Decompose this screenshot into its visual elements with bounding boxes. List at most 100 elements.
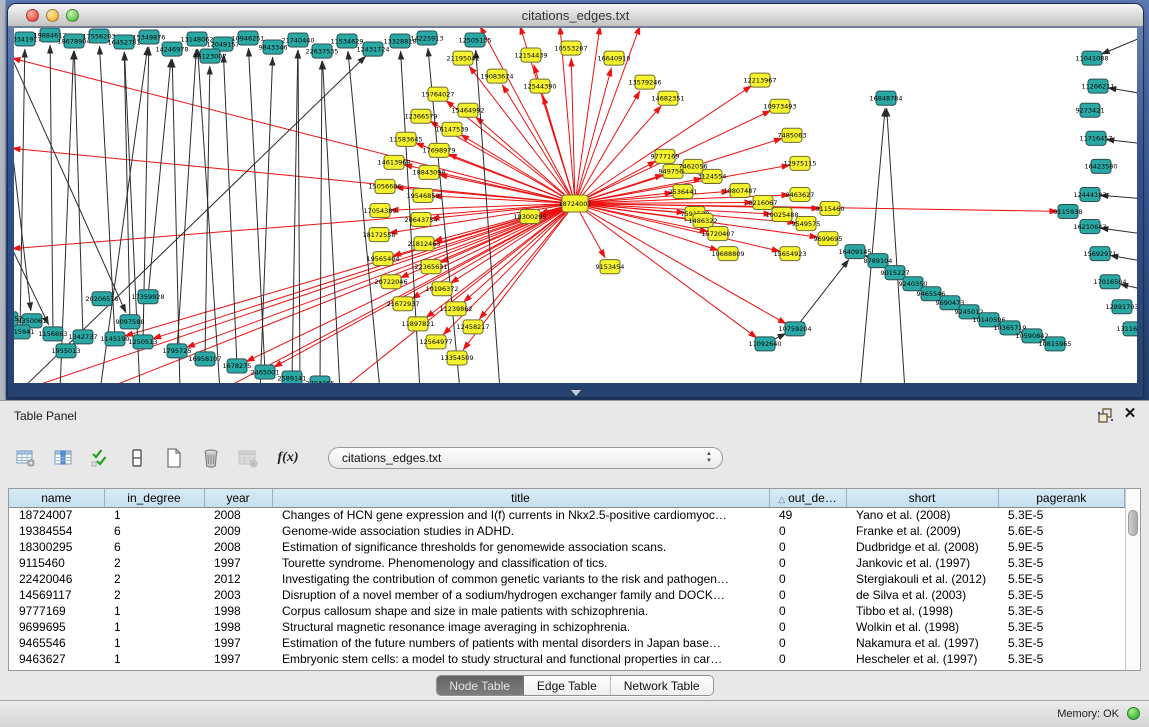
table-row[interactable]: 946362711997Embryonic stem cells: a mode… <box>9 651 1125 667</box>
graph-edge[interactable] <box>1101 38 1137 54</box>
cell-in_degree[interactable]: 2 <box>104 587 204 603</box>
graph-edge[interactable] <box>795 260 849 329</box>
window-titlebar[interactable]: citations_edges.txt <box>8 4 1143 27</box>
cell-pagerank[interactable]: 5.3E-5 <box>998 587 1125 603</box>
cell-title[interactable]: Corpus callosum shape and size in male p… <box>272 603 769 619</box>
cell-in_degree[interactable]: 6 <box>104 523 204 539</box>
cell-out_degree[interactable]: 0 <box>769 571 846 587</box>
table-scrollbar[interactable] <box>1125 489 1140 670</box>
cell-title[interactable]: Estimation of significance thresholds fo… <box>272 539 769 555</box>
create-column-button[interactable] <box>160 444 188 472</box>
delete-column-button[interactable] <box>197 444 225 472</box>
cell-short[interactable]: Wolkin et al. (1998) <box>846 619 998 635</box>
column-header-title[interactable]: title <box>272 489 769 507</box>
cell-name[interactable]: 22420046 <box>9 571 104 587</box>
cell-pagerank[interactable]: 5.3E-5 <box>998 555 1125 571</box>
cell-pagerank[interactable]: 5.3E-5 <box>998 635 1125 651</box>
cell-name[interactable]: 9115460 <box>9 555 104 571</box>
select-all-button[interactable] <box>86 444 114 472</box>
citation-network-graph[interactable]: 1872400715764027123665791158364514613968… <box>14 28 1137 383</box>
cell-in_degree[interactable]: 6 <box>104 539 204 555</box>
panel-splitter-handle[interactable] <box>571 390 581 396</box>
cell-name[interactable]: 9777169 <box>9 603 104 619</box>
cell-in_degree[interactable]: 2 <box>104 571 204 587</box>
cell-year[interactable]: 1997 <box>204 555 272 571</box>
graph-edge[interactable] <box>124 52 130 322</box>
column-header-out_degree[interactable]: △out_de… <box>769 489 846 507</box>
delete-table-button[interactable] <box>234 444 262 472</box>
cell-short[interactable]: Hescheler et al. (1997) <box>846 651 998 667</box>
column-visibility-button[interactable] <box>49 444 77 472</box>
cell-name[interactable]: 18300295 <box>9 539 104 555</box>
cell-pagerank[interactable]: 5.9E-5 <box>998 539 1125 555</box>
graph-edge[interactable] <box>575 191 730 203</box>
close-window-button[interactable] <box>26 9 39 22</box>
cell-out_degree[interactable]: 0 <box>769 603 846 619</box>
column-header-pagerank[interactable]: pagerank <box>998 489 1125 507</box>
graph-edge[interactable] <box>50 45 53 334</box>
cell-out_degree[interactable]: 0 <box>769 587 846 603</box>
function-builder-button[interactable]: f(x) <box>271 444 305 472</box>
network-table-select[interactable]: citations_edges.txt ▲▼ <box>328 447 723 469</box>
tab-network-table[interactable]: Network Table <box>611 676 713 695</box>
cell-pagerank[interactable]: 5.3E-5 <box>998 619 1125 635</box>
cell-year[interactable]: 1997 <box>204 651 272 667</box>
table-row[interactable]: 1872400712008Changes of HCN gene express… <box>9 507 1125 523</box>
graph-edge[interactable] <box>220 203 575 383</box>
cell-out_degree[interactable]: 0 <box>769 539 846 555</box>
close-panel-button[interactable]: ✕ <box>1121 405 1139 423</box>
column-header-year[interactable]: year <box>204 489 272 507</box>
graph-edge[interactable] <box>74 51 83 337</box>
graph-edge[interactable] <box>186 203 575 347</box>
cell-in_degree[interactable]: 1 <box>104 635 204 651</box>
cell-year[interactable]: 2008 <box>204 539 272 555</box>
cell-out_degree[interactable]: 49 <box>769 507 846 523</box>
cell-year[interactable]: 1998 <box>204 619 272 635</box>
cell-year[interactable]: 2008 <box>204 507 272 523</box>
graph-edge[interactable] <box>172 59 180 383</box>
cell-name[interactable]: 9465546 <box>9 635 104 651</box>
cell-title[interactable]: Investigating the contribution of common… <box>272 571 769 587</box>
float-panel-button[interactable] <box>1097 407 1115 425</box>
cell-year[interactable]: 2009 <box>204 523 272 539</box>
graph-edge[interactable] <box>320 61 322 383</box>
graph-edge[interactable] <box>439 174 575 203</box>
graph-edge[interactable] <box>260 57 273 383</box>
graph-edge[interactable] <box>887 108 905 383</box>
cell-year[interactable]: 1997 <box>204 635 272 651</box>
cell-out_degree[interactable]: 0 <box>769 619 846 635</box>
table-row[interactable]: 1830029562008Estimation of significance … <box>9 539 1125 555</box>
clear-selection-button[interactable] <box>123 444 151 472</box>
cell-out_degree[interactable]: 0 <box>769 635 846 651</box>
cell-name[interactable]: 18724007 <box>9 507 104 523</box>
graph-edge[interactable] <box>292 50 298 378</box>
cell-short[interactable]: Franke et al. (2009) <box>846 523 998 539</box>
table-row[interactable]: 2242004622012Investigating the contribut… <box>9 571 1125 587</box>
table-row[interactable]: 969969511998Structural magnetic resonanc… <box>9 619 1125 635</box>
cell-title[interactable]: Disruption of a novel member of a sodium… <box>272 587 769 603</box>
cell-pagerank[interactable]: 5.6E-5 <box>998 523 1125 539</box>
tab-node-table[interactable]: Node Table <box>436 676 524 695</box>
cell-short[interactable]: Stergiakouli et al. (2012) <box>846 571 998 587</box>
cell-out_degree[interactable]: 0 <box>769 523 846 539</box>
cell-in_degree[interactable]: 1 <box>104 651 204 667</box>
graph-edge[interactable] <box>205 66 210 359</box>
graph-edge[interactable] <box>14 148 575 203</box>
cell-year[interactable]: 1998 <box>204 603 272 619</box>
graph-edge[interactable] <box>20 49 25 332</box>
graph-edge[interactable] <box>502 85 575 204</box>
graph-edge[interactable] <box>14 58 126 313</box>
cell-pagerank[interactable]: 5.5E-5 <box>998 571 1125 587</box>
table-row[interactable]: 946554611997Estimation of the future num… <box>9 635 1125 651</box>
network-canvas[interactable]: 1872400715764027123665791158364514613968… <box>14 28 1137 383</box>
cell-in_degree[interactable]: 1 <box>104 603 204 619</box>
column-header-name[interactable]: name <box>9 489 104 507</box>
cell-title[interactable]: Genome-wide association studies in ADHD. <box>272 523 769 539</box>
graph-edge[interactable] <box>177 49 196 351</box>
cell-out_degree[interactable]: 0 <box>769 651 846 667</box>
cell-short[interactable]: Nakamura et al. (1997) <box>846 635 998 651</box>
graph-edge[interactable] <box>125 203 575 336</box>
cell-title[interactable]: Changes of HCN gene expression and I(f) … <box>272 507 769 523</box>
cell-in_degree[interactable]: 1 <box>104 619 204 635</box>
cell-pagerank[interactable]: 5.3E-5 <box>998 651 1125 667</box>
